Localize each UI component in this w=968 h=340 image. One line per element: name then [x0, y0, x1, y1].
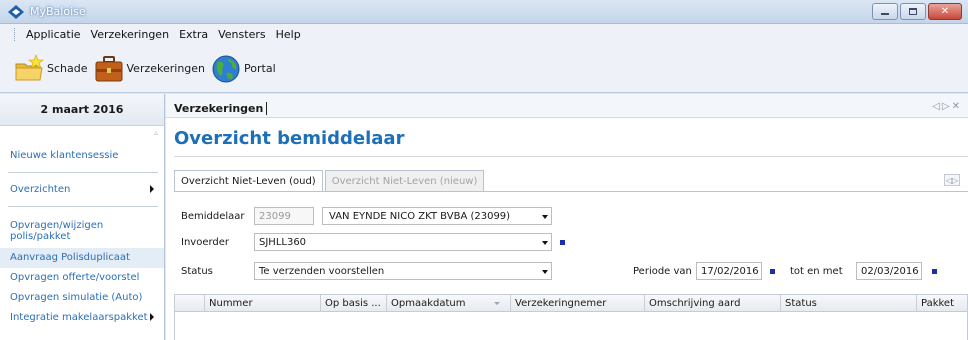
maximize-icon	[909, 8, 917, 15]
menu-extra[interactable]: Extra	[174, 28, 213, 41]
window-controls: ✕	[872, 3, 962, 20]
left-navigation-panel: 2 maart 2016 ▵ Nieuwe klantensessie Over…	[0, 94, 165, 340]
opvragen-simulatie-link[interactable]: Opvragen simulatie (Auto)	[10, 292, 142, 303]
menu-verzekeringen[interactable]: Verzekeringen	[86, 28, 175, 41]
date-picker-icon[interactable]	[770, 269, 775, 274]
maximize-button[interactable]	[900, 3, 926, 20]
periode-van-input[interactable]: 17/02/2016	[696, 262, 762, 280]
grid-column-pakket[interactable]: Pakket	[917, 295, 967, 311]
verzekeringen-label: Verzekeringen	[126, 62, 206, 75]
results-grid-header: Nummer Op basis ... Opmaakdatum Verzeker…	[174, 294, 968, 312]
tab-scroll-icon[interactable]: ◁▷✕	[932, 101, 962, 112]
grid-column-verzekeringnemer[interactable]: Verzekeringnemer	[511, 295, 645, 311]
grid-column-selector[interactable]	[175, 295, 205, 311]
status-select-value: Te verzenden voorstellen	[259, 265, 385, 277]
polis-pakket-link[interactable]: polis/pakket	[10, 231, 70, 242]
tot-en-met-label: tot en met	[790, 266, 843, 277]
aanvraag-polisduplicaat-link[interactable]: Aanvraag Polisduplicaat	[10, 252, 130, 263]
current-date: 2 maart 2016	[0, 94, 164, 126]
subtab-baseline	[174, 191, 968, 192]
opvragen-offerte-link[interactable]: Opvragen offerte/voorstel	[10, 272, 139, 283]
opvragen-wijzigen-link[interactable]: Opvragen/wijzigen	[10, 220, 103, 231]
integratie-arrow-icon	[150, 313, 154, 321]
required-marker-icon	[560, 240, 565, 245]
globe-icon	[212, 55, 240, 82]
date-picker-icon[interactable]	[932, 269, 937, 274]
title-bar: MyBaloise ✕	[0, 0, 968, 24]
minimize-icon	[881, 13, 889, 15]
bemiddelaar-code-field: 23099	[254, 207, 314, 225]
portal-label: Portal	[244, 62, 276, 75]
document-tabstrip: Verzekeringen ◁▷✕	[166, 94, 968, 118]
status-label: Status	[181, 266, 213, 277]
menu-grip	[14, 28, 16, 41]
page-title: Overzicht bemiddelaar	[174, 128, 405, 149]
close-button[interactable]: ✕	[928, 3, 962, 20]
sort-indicator-icon	[494, 302, 500, 305]
minimize-button[interactable]	[872, 3, 898, 20]
tot-en-met-input[interactable]: 02/03/2016	[856, 262, 922, 280]
menu-help[interactable]: Help	[271, 28, 306, 41]
menu-applicatie[interactable]: Applicatie	[21, 28, 86, 41]
bemiddelaar-select[interactable]: VAN EYNDE NICO ZKT BVBA (23099)	[322, 207, 552, 225]
window-title: MyBaloise	[30, 5, 86, 18]
folder-star-icon	[15, 53, 44, 80]
subtab-niet-leven-oud[interactable]: Overzicht Niet-Leven (oud)	[174, 170, 323, 191]
schade-label: Schade	[47, 62, 88, 75]
panel-collapse-icon[interactable]: ▵	[154, 128, 158, 137]
grid-column-nummer[interactable]: Nummer	[205, 295, 321, 311]
invoerder-label: Invoerder	[181, 237, 230, 248]
overzichten-link[interactable]: Overzichten	[10, 184, 70, 195]
close-icon: ✕	[940, 5, 950, 17]
grid-column-op-basis[interactable]: Op basis ...	[321, 295, 387, 311]
separator	[8, 172, 158, 173]
verzekeringen-button[interactable]: Verzekeringen	[94, 54, 206, 84]
subtab-scroll-icon[interactable]: ◁▷	[944, 174, 960, 186]
schade-button[interactable]: Schade	[14, 53, 88, 84]
grid-column-omschrijving-aard[interactable]: Omschrijving aard	[645, 295, 781, 311]
subtab-bar: Overzicht Niet-Leven (oud) Overzicht Nie…	[174, 170, 486, 191]
bemiddelaar-dropdown-icon[interactable]	[542, 215, 548, 219]
baloise-logo-icon	[8, 5, 24, 19]
integratie-makelaarspakket-link[interactable]: Integratie makelaarspakket	[10, 312, 148, 323]
menu-bar: Applicatie Verzekeringen Extra Vensters …	[0, 24, 968, 45]
separator	[8, 206, 158, 207]
toolbar: Schade Verzekeringen Portal	[0, 45, 968, 93]
bemiddelaar-label: Bemiddelaar	[181, 211, 245, 222]
results-grid-body[interactable]	[174, 312, 968, 340]
opmaakdatum-header-text: Opmaakdatum	[391, 297, 466, 309]
main-panel: Verzekeringen ◁▷✕ Overzicht bemiddelaar …	[166, 94, 968, 340]
briefcase-icon	[95, 55, 122, 81]
subtab-niet-leven-nieuw[interactable]: Overzicht Niet-Leven (nieuw)	[324, 170, 485, 191]
invoerder-select-value: SJHLL360	[259, 236, 307, 248]
bemiddelaar-select-value: VAN EYNDE NICO ZKT BVBA (23099)	[329, 210, 511, 222]
invoerder-dropdown-icon[interactable]	[542, 241, 548, 245]
grid-column-opmaakdatum[interactable]: Opmaakdatum	[387, 295, 511, 311]
invoerder-select[interactable]: SJHLL360	[254, 233, 552, 251]
status-dropdown-icon[interactable]	[542, 270, 548, 274]
portal-button[interactable]: Portal	[211, 54, 276, 84]
nieuwe-klantensessie-link[interactable]: Nieuwe klantensessie	[10, 150, 118, 161]
overzichten-arrow-icon	[150, 185, 154, 193]
status-select[interactable]: Te verzenden voorstellen	[254, 262, 552, 280]
periode-van-label: Periode van	[633, 266, 692, 277]
title-underline	[174, 156, 968, 157]
grid-column-status[interactable]: Status	[781, 295, 917, 311]
tab-verzekeringen[interactable]: Verzekeringen	[174, 102, 268, 115]
menu-vensters[interactable]: Vensters	[213, 28, 270, 41]
